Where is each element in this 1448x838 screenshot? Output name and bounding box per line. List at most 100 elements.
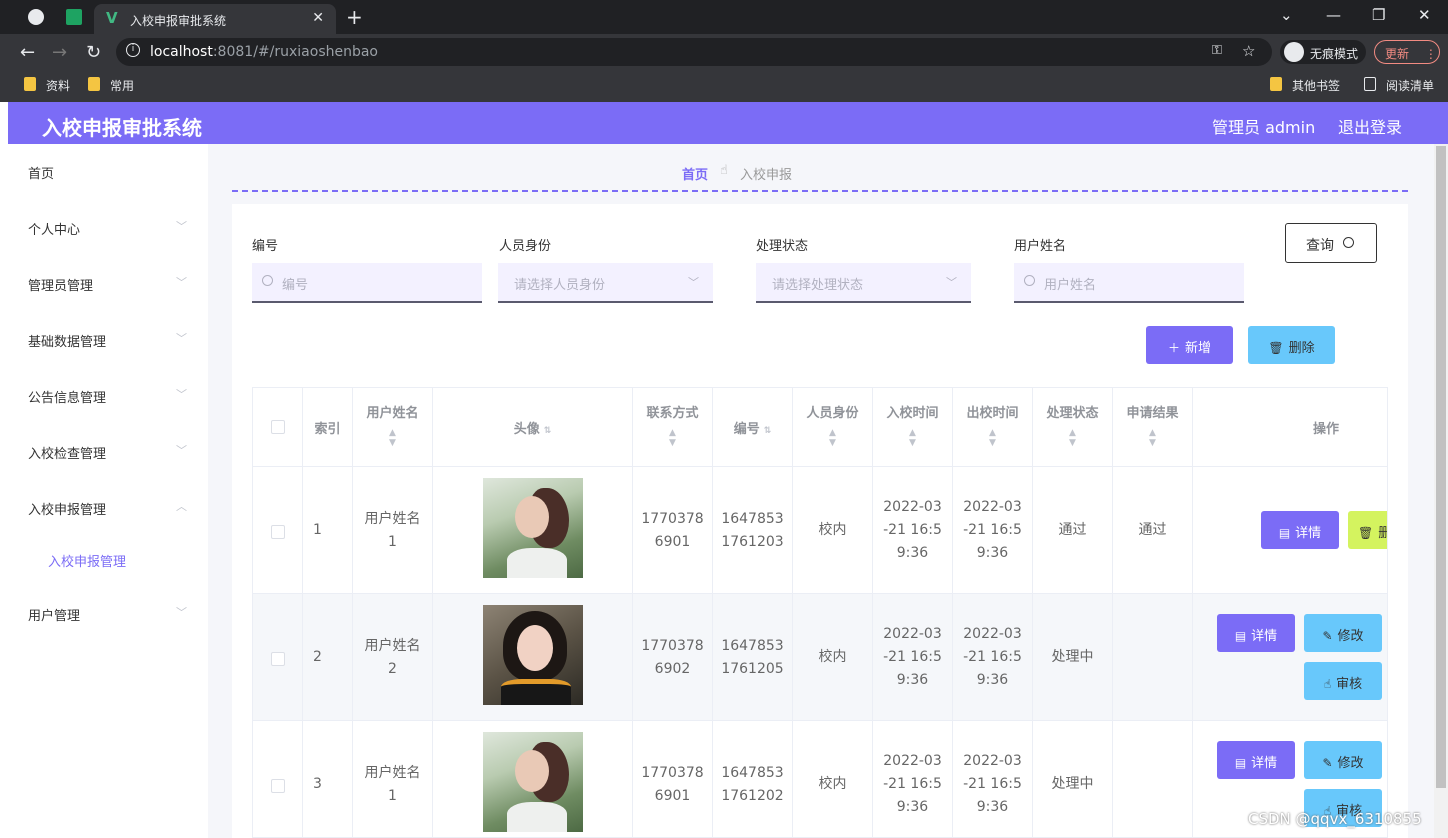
query-button[interactable]: 查询: [1285, 223, 1377, 263]
breadcrumb-home[interactable]: 首页: [682, 164, 708, 183]
page-scrollbar[interactable]: [1434, 144, 1448, 838]
sort-icon[interactable]: ▲ ▼: [1113, 428, 1192, 448]
detail-button[interactable]: ▤ 详情: [1217, 614, 1295, 652]
audit-button[interactable]: ☝ 审核: [1304, 662, 1382, 700]
browser-chrome: V 入校申报审批系统 ✕ + ⌄ — ❐ ✕ ← → ↻ i localhost…: [0, 0, 1448, 102]
sidebar-item-entry-report[interactable]: 入校申报管理 ︿: [8, 480, 208, 536]
reload-icon[interactable]: ↻: [86, 42, 101, 63]
username-input[interactable]: 用户姓名: [1014, 263, 1244, 303]
sidebar-item-admin[interactable]: 管理员管理 ﹀: [8, 256, 208, 312]
document-icon: ▤: [1234, 629, 1247, 643]
sidebar-item-users[interactable]: 用户管理 ﹀: [8, 586, 208, 642]
row-phone: 17703786901: [641, 765, 704, 804]
row-number: 16478531761205: [721, 638, 784, 677]
pencil-icon: ✎: [1322, 756, 1333, 770]
bookmark-changyong[interactable]: 常用: [88, 77, 134, 94]
chevron-down-icon: ﹀: [176, 606, 187, 619]
sort-icon[interactable]: ▲ ▼: [1033, 428, 1112, 448]
tab-search-icon[interactable]: ⌄: [1280, 6, 1293, 24]
hand-pointer-icon: ☝: [1323, 677, 1332, 691]
sidebar-subitem-entry-report[interactable]: 入校申报管理: [8, 532, 208, 588]
sort-icon[interactable]: ▲ ▼: [793, 428, 872, 448]
add-button[interactable]: ＋新增: [1146, 326, 1233, 364]
header-in-time[interactable]: 入校时间 ▲ ▼: [873, 388, 953, 467]
row-status: 通过: [1058, 522, 1087, 538]
row-username: 用户姓名1: [364, 765, 421, 804]
edit-button[interactable]: ✎ 修改: [1304, 741, 1382, 779]
row-checkbox[interactable]: [271, 525, 285, 539]
tab-active[interactable]: V 入校申报审批系统 ✕: [94, 4, 336, 34]
sidebar-item-profile[interactable]: 个人中心 ﹀: [8, 200, 208, 256]
trash-icon: 🗑: [1358, 526, 1374, 540]
info-icon[interactable]: i: [126, 43, 140, 57]
edit-button[interactable]: ✎ 修改: [1304, 614, 1382, 652]
main-content: 首页 ☝ 入校申报 编号 编号 人员身份 请选择人员身份 ﹀ 处理状态 请选择处…: [208, 144, 1434, 838]
bookmark-reading-list[interactable]: 阅读清单: [1364, 77, 1434, 94]
chevron-down-icon: ﹀: [176, 332, 187, 345]
globe-icon[interactable]: [28, 9, 44, 25]
sort-icon[interactable]: ▲ ▼: [633, 428, 712, 448]
identity-select[interactable]: 请选择人员身份 ﹀: [498, 263, 713, 303]
header-phone[interactable]: 联系方式 ▲ ▼: [633, 388, 713, 467]
star-icon[interactable]: ☆: [1242, 42, 1255, 60]
header-identity[interactable]: 人员身份 ▲ ▼: [793, 388, 873, 467]
sidebar-item-home[interactable]: 首页: [8, 144, 208, 200]
header-avatar[interactable]: 头像 ⇅: [433, 388, 633, 467]
table-row: 2 用户姓名2 17703786902 16478531761205 校内 20…: [253, 594, 1387, 721]
minimize-icon[interactable]: —: [1326, 6, 1341, 24]
restore-icon[interactable]: ❐: [1372, 6, 1385, 24]
row-identity: 校内: [818, 649, 847, 665]
delete-row-button[interactable]: 🗑删除: [1348, 511, 1387, 549]
sort-icon[interactable]: ▲ ▼: [873, 428, 952, 448]
bookmark-other[interactable]: 其他书签: [1270, 77, 1340, 94]
header-username[interactable]: 用户姓名 ▲ ▼: [353, 388, 433, 467]
menu-dots-icon[interactable]: ⋮: [1425, 47, 1437, 61]
content-panel: 编号 编号 人员身份 请选择人员身份 ﹀ 处理状态 请选择处理状态 ﹀ 用户姓名…: [232, 204, 1408, 838]
delete-button[interactable]: 🗑 删除: [1248, 326, 1335, 364]
bookmark-ziliao[interactable]: 资料: [24, 77, 70, 94]
header-status[interactable]: 处理状态 ▲ ▼: [1033, 388, 1113, 467]
chevron-down-icon: ﹀: [176, 220, 187, 233]
sidebar-item-entry-check[interactable]: 入校检查管理 ﹀: [8, 424, 208, 480]
pencil-icon: ✎: [1322, 629, 1333, 643]
close-tab-icon[interactable]: ✕: [312, 10, 324, 26]
folder-icon: [1270, 77, 1282, 91]
chevron-down-icon: ﹀: [176, 276, 187, 289]
close-window-icon[interactable]: ✕: [1418, 6, 1431, 24]
sort-icon[interactable]: ▲ ▼: [353, 428, 432, 448]
sheets-icon[interactable]: [66, 9, 82, 25]
sort-icon[interactable]: ⇅: [544, 426, 552, 436]
number-input[interactable]: 编号: [252, 263, 482, 303]
row-number: 16478531761203: [721, 511, 784, 550]
address-bar[interactable]: i localhost:8081/#/ruxiaoshenbao ⚿ ☆: [116, 38, 1272, 66]
detail-button[interactable]: ▤ 详情: [1261, 511, 1339, 549]
detail-button[interactable]: ▤ 详情: [1217, 741, 1295, 779]
scrollbar-thumb[interactable]: [1436, 146, 1446, 788]
sidebar-item-basic-data[interactable]: 基础数据管理 ﹀: [8, 312, 208, 368]
row-checkbox[interactable]: [271, 652, 285, 666]
chevron-down-icon: ﹀: [946, 276, 957, 289]
sort-icon[interactable]: ⇅: [764, 426, 772, 436]
header-result[interactable]: 申请结果 ▲ ▼: [1113, 388, 1193, 467]
new-tab-icon[interactable]: +: [346, 5, 363, 29]
data-table: 索引 用户姓名 ▲ ▼ 头像 ⇅ 联系方式 ▲ ▼ 编号 ⇅ 人员身份 ▲ ▼ 入校时间 ▲ ▼ 出…: [252, 387, 1388, 838]
sidebar-item-notice[interactable]: 公告信息管理 ﹀: [8, 368, 208, 424]
sidebar: 首页 个人中心 ﹀ 管理员管理 ﹀ 基础数据管理 ﹀ 公告信息管理 ﹀ 入校检查管理 ﹀ …: [8, 144, 208, 838]
key-icon[interactable]: ⚿: [1212, 43, 1222, 58]
row-index: 1: [313, 522, 322, 538]
row-checkbox[interactable]: [271, 779, 285, 793]
row-identity: 校内: [818, 776, 847, 792]
back-icon[interactable]: ←: [20, 42, 35, 63]
update-button[interactable]: 更新 ⋮: [1374, 40, 1440, 64]
row-phone: 17703786902: [641, 638, 704, 677]
header-out-time[interactable]: 出校时间 ▲ ▼: [953, 388, 1033, 467]
forward-icon[interactable]: →: [52, 42, 67, 63]
status-select[interactable]: 请选择处理状态 ﹀: [756, 263, 971, 303]
row-phone: 17703786901: [641, 511, 704, 550]
sort-icon[interactable]: ▲ ▼: [953, 428, 1032, 448]
header-number[interactable]: 编号 ⇅: [713, 388, 793, 467]
incognito-badge[interactable]: 无痕模式: [1280, 40, 1366, 64]
logout-link[interactable]: 退出登录: [1338, 114, 1402, 138]
update-label: 更新: [1385, 47, 1410, 61]
select-all-checkbox[interactable]: [271, 420, 285, 434]
